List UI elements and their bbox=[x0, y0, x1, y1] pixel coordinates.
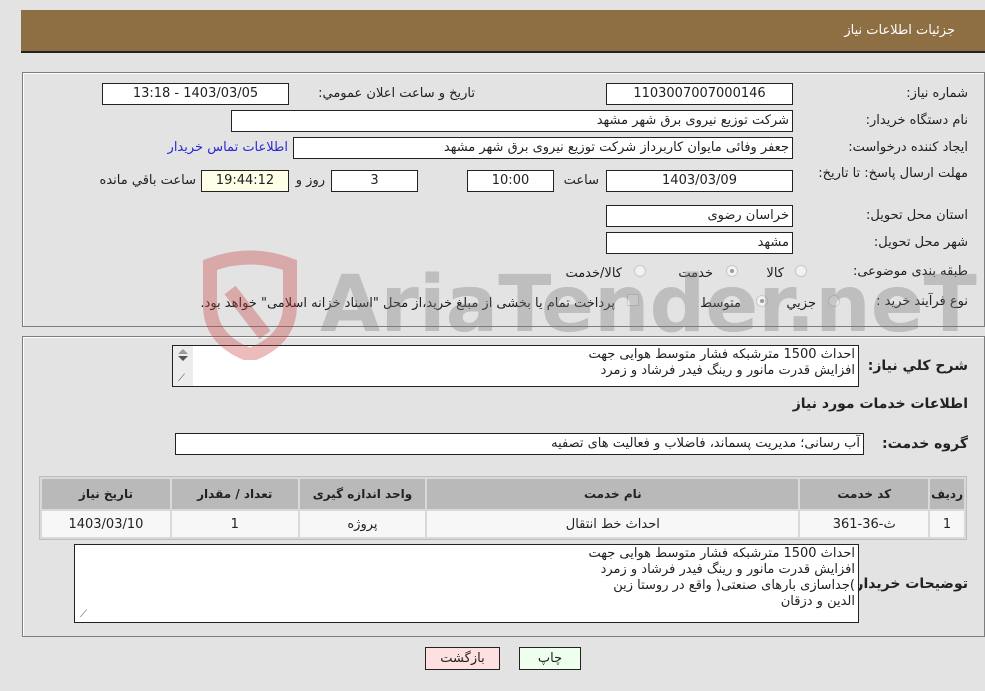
buyer-org-field[interactable]: شرکت توزیع نیروی برق شهر مشهد bbox=[231, 110, 793, 132]
remaining-days-field[interactable]: 3 bbox=[331, 170, 418, 192]
service-group-field[interactable]: آب رسانی؛ مدیریت پسماند، فاضلاب و فعالیت… bbox=[175, 433, 864, 455]
col-row-number: رديف bbox=[930, 479, 964, 509]
page-title: جزئیات اطلاعات نیاز bbox=[844, 23, 955, 38]
requester-field[interactable]: جعفر وفائی مایوان کاربرداز شرکت توزیع نی… bbox=[293, 137, 793, 159]
announce-datetime-field[interactable]: 1403/03/05 - 13:18 bbox=[102, 83, 289, 105]
col-quantity: تعداد / مقدار bbox=[171, 479, 298, 509]
buyer-contact-link[interactable]: اطلاعات تماس خريدار bbox=[168, 140, 288, 155]
service-group-label: گروه خدمت: bbox=[882, 436, 968, 452]
purchase-type-label: نوع فرآيند خريد : bbox=[876, 294, 968, 309]
cell-service-name: احداث خط انتقال bbox=[427, 511, 799, 537]
province-label: استان محل تحويل: bbox=[866, 208, 968, 223]
requester-label: ايجاد کننده درخواست: bbox=[848, 140, 968, 155]
category-label: طبقه بندی موضوعی: bbox=[852, 264, 968, 279]
deadline-time-field[interactable]: 10:00 bbox=[467, 170, 554, 192]
deadline-label: مهلت ارسال پاسخ: تا تاريخ: bbox=[818, 166, 968, 181]
col-need-date: تاريخ نياز bbox=[42, 479, 170, 509]
city-field[interactable]: مشهد bbox=[606, 232, 793, 254]
purchase-option-medium: متوسط bbox=[700, 296, 741, 311]
need-number-label: شماره نیاز: bbox=[906, 86, 968, 101]
summary-textarea[interactable]: احداث 1500 مترشبکه فشار متوسط هوایی جهت … bbox=[172, 345, 859, 387]
resize-grip-icon[interactable]: ⟍ bbox=[77, 610, 87, 620]
print-button[interactable]: چاپ bbox=[519, 647, 581, 670]
cell-need-date: 1403/03/10 bbox=[42, 511, 170, 537]
category-radio-service[interactable] bbox=[726, 265, 738, 277]
days-label: روز و bbox=[295, 173, 325, 188]
scroll-down-icon[interactable] bbox=[178, 356, 188, 361]
purchase-radio-medium[interactable] bbox=[756, 295, 768, 307]
col-unit: واحد اندازه گيری bbox=[299, 479, 426, 509]
services-section-title: اطلاعات خدمات مورد نياز bbox=[792, 396, 968, 412]
treasury-checkbox[interactable] bbox=[627, 294, 639, 306]
province-field[interactable]: خراسان رضوی bbox=[606, 205, 793, 227]
summary-label: شرح کلي نياز: bbox=[867, 358, 968, 374]
table-header-row: رديف کد خدمت نام خدمت واحد اندازه گيری ت… bbox=[42, 479, 964, 509]
buyer-notes-label: توضيحات خريدار: bbox=[849, 576, 968, 592]
remaining-time-label: ساعت باقي مانده bbox=[99, 173, 196, 188]
col-service-code: کد خدمت bbox=[800, 479, 929, 509]
category-radio-goods[interactable] bbox=[795, 265, 807, 277]
announce-datetime-label: تاريخ و ساعت اعلان عمومي: bbox=[318, 86, 475, 101]
page-header: جزئیات اطلاعات نیاز bbox=[21, 10, 985, 53]
category-option-service: خدمت bbox=[678, 266, 713, 281]
need-number-field[interactable]: 1103007007000146 bbox=[606, 83, 793, 105]
deadline-date-field[interactable]: 1403/03/09 bbox=[606, 170, 793, 192]
resize-grip-icon[interactable]: ⟍ bbox=[175, 374, 185, 384]
category-option-goods-service: کالا/خدمت bbox=[565, 266, 622, 281]
remaining-time-field: 19:44:12 bbox=[201, 170, 289, 192]
purchase-option-minor: جزيي bbox=[786, 296, 816, 311]
purchase-radio-minor[interactable] bbox=[828, 295, 840, 307]
buyer-org-label: نام دستگاه خريدار: bbox=[865, 113, 968, 128]
cell-unit: پروژه bbox=[299, 511, 426, 537]
treasury-note: پرداخت تمام یا بخشی از مبلغ خرید،از محل … bbox=[200, 296, 615, 311]
services-table: رديف کد خدمت نام خدمت واحد اندازه گيری ت… bbox=[39, 476, 967, 540]
city-label: شهر محل تحويل: bbox=[873, 235, 968, 250]
category-radio-goods-service[interactable] bbox=[634, 265, 646, 277]
back-button[interactable]: بازگشت bbox=[425, 647, 500, 670]
cell-quantity: 1 bbox=[171, 511, 298, 537]
col-service-name: نام خدمت bbox=[427, 479, 799, 509]
deadline-time-label: ساعت bbox=[563, 173, 599, 188]
buyer-notes-textarea[interactable]: احداث 1500 مترشبکه فشار متوسط هوایی جهت … bbox=[74, 544, 859, 623]
cell-row-number: 1 bbox=[930, 511, 964, 537]
scroll-up-icon[interactable] bbox=[178, 349, 188, 354]
summary-scrollbar[interactable]: ⟍ bbox=[173, 346, 193, 386]
cell-service-code: ث-36-361 bbox=[800, 511, 929, 537]
table-row: 1 ث-36-361 احداث خط انتقال پروژه 1 1403/… bbox=[42, 511, 964, 537]
category-option-goods: کالا bbox=[766, 266, 784, 281]
